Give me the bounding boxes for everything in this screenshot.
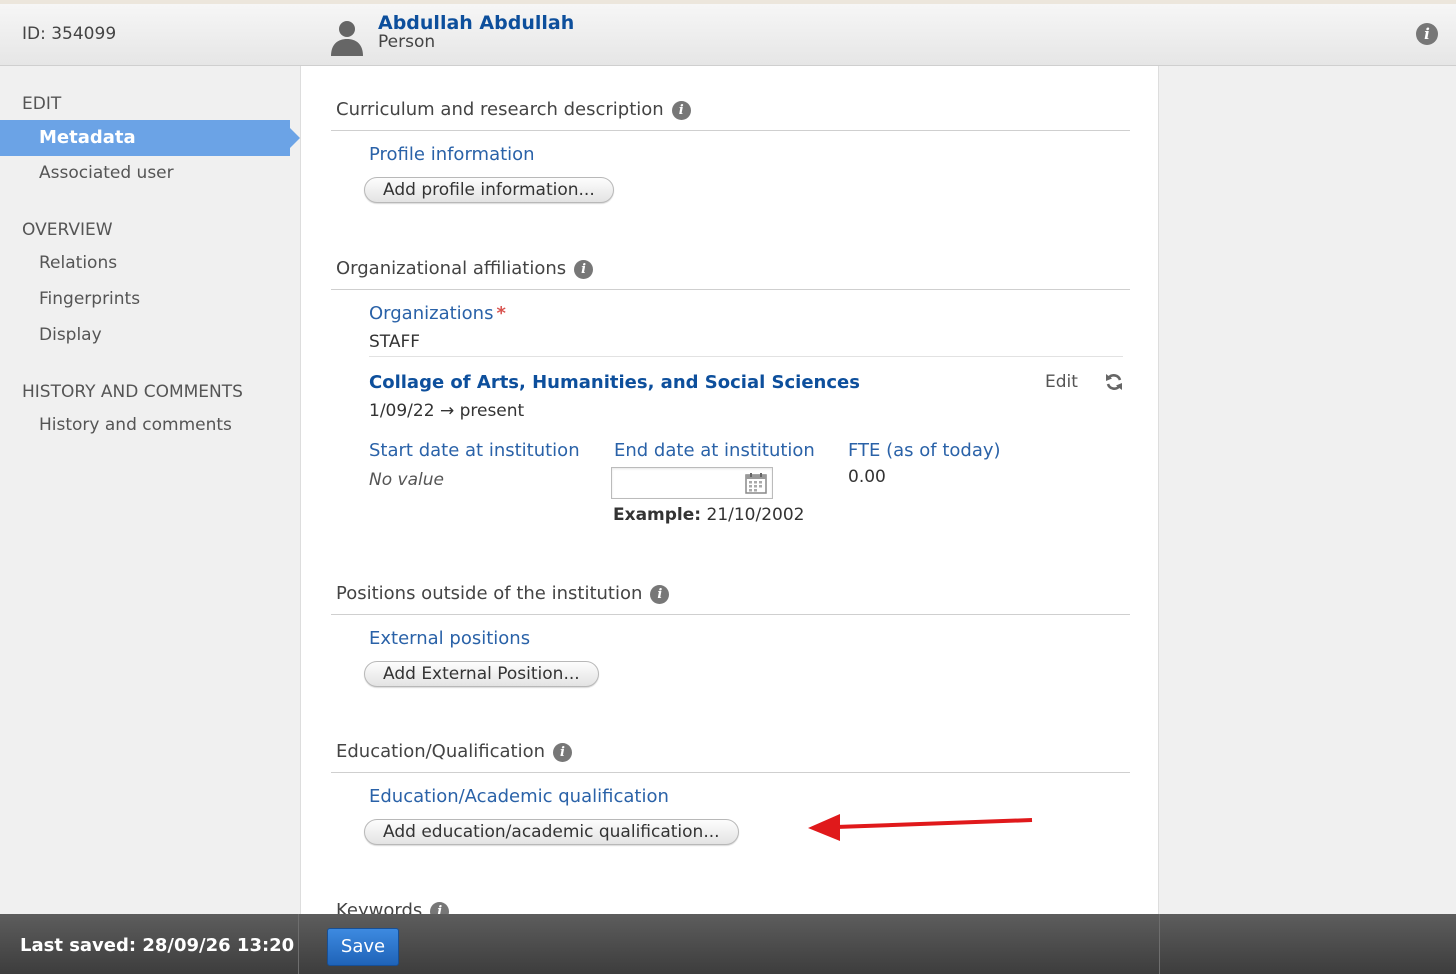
date-example: Example: 21/10/2002 (613, 505, 804, 525)
sidebar-item-associated-user[interactable]: Associated user (39, 163, 174, 183)
organizations-label: Organizations * (369, 303, 506, 324)
section-title-text: Curriculum and research description (336, 99, 664, 120)
calendar-icon[interactable] (744, 471, 768, 495)
profile-information-label: Profile information (369, 144, 535, 165)
section-title-keywords: Keywords i (336, 900, 450, 914)
sidebar-heading-edit: EDIT (22, 94, 62, 114)
add-profile-information-button[interactable]: Add profile information... (364, 177, 614, 203)
section-divider (331, 772, 1130, 773)
sidebar: EDIT Metadata Associated user OVERVIEW R… (0, 66, 300, 914)
save-button[interactable]: Save (327, 928, 399, 966)
education-qualification-label: Education/Academic qualification (369, 786, 669, 807)
sidebar-item-relations[interactable]: Relations (39, 253, 117, 273)
section-divider (331, 614, 1130, 615)
start-date-value: No value (369, 470, 444, 490)
sidebar-item-history-and-comments[interactable]: History and comments (39, 415, 232, 435)
affiliation-divider (369, 356, 1123, 357)
add-external-position-button[interactable]: Add External Position... (364, 661, 599, 687)
person-name[interactable]: Abdullah Abdullah (378, 12, 574, 34)
section-title-education: Education/Qualification i (336, 741, 573, 762)
section-title-affiliations: Organizational affiliations i (336, 258, 594, 279)
info-icon[interactable]: i (553, 743, 573, 762)
footer-divider (298, 914, 299, 974)
organizations-label-text: Organizations (369, 303, 494, 324)
edit-affiliation-link[interactable]: Edit (1045, 372, 1078, 392)
right-pane (1160, 66, 1456, 914)
info-icon[interactable]: i (671, 101, 691, 120)
fte-label: FTE (as of today) (848, 440, 1001, 461)
sidebar-item-metadata[interactable]: Metadata (0, 120, 300, 156)
section-divider (331, 130, 1130, 131)
fte-value: 0.00 (848, 467, 886, 487)
info-icon[interactable]: i (650, 585, 670, 604)
footer-divider (1159, 914, 1160, 974)
record-id: ID: 354099 (22, 24, 117, 44)
person-type: Person (378, 32, 436, 52)
section-title-text: Education/Qualification (336, 741, 546, 762)
required-asterisk-icon: * (496, 303, 506, 324)
record-header: ID: 354099 Abdullah Abdullah Person i (0, 4, 1456, 66)
sidebar-item-display[interactable]: Display (39, 325, 102, 345)
add-education-qualification-button[interactable]: Add education/academic qualification... (364, 819, 739, 845)
section-title-curriculum: Curriculum and research description i (336, 99, 691, 120)
section-title-positions: Positions outside of the institution i (336, 583, 670, 604)
info-icon[interactable]: i (1416, 23, 1438, 45)
section-divider (331, 289, 1130, 290)
arrow-annotation (808, 814, 1033, 841)
sidebar-heading-history: HISTORY AND COMMENTS (22, 382, 243, 402)
external-positions-label: External positions (369, 628, 531, 649)
info-icon[interactable]: i (574, 260, 594, 279)
sidebar-heading-overview: OVERVIEW (22, 220, 113, 240)
last-saved-status: Last saved: 28/09/26 13:20 (20, 935, 295, 956)
person-icon (331, 21, 363, 56)
sidebar-item-fingerprints[interactable]: Fingerprints (39, 289, 140, 309)
end-date-label: End date at institution (614, 440, 815, 461)
section-title-text: Positions outside of the institution (336, 583, 643, 604)
affiliation-date-range: 1/09/22 → present (369, 401, 525, 421)
affiliation-type: STAFF (369, 332, 421, 352)
example-value: 21/10/2002 (706, 505, 805, 525)
section-title-text: Organizational affiliations (336, 258, 567, 279)
footer-bar: Last saved: 28/09/26 13:20 Save (0, 914, 1456, 974)
example-label: Example: (613, 505, 702, 525)
section-title-text: Keywords (336, 900, 423, 914)
main-content: Curriculum and research description i Pro… (300, 66, 1159, 914)
organization-link[interactable]: Collage of Arts, Humanities, and Social … (369, 372, 860, 393)
start-date-label: Start date at institution (369, 440, 580, 461)
refresh-icon[interactable] (1104, 372, 1124, 392)
info-icon[interactable]: i (430, 902, 450, 914)
